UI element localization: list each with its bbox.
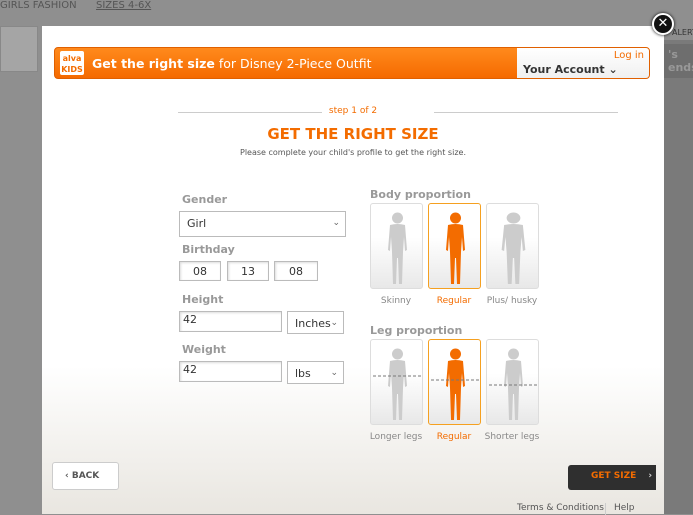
legs-option-shorter-legs[interactable]: [486, 339, 539, 425]
birthday-day-input[interactable]: 13: [227, 261, 269, 281]
weight-unit-select[interactable]: lbs ⌄: [287, 361, 344, 384]
account-panel: Log in Your Account ⌄: [517, 48, 649, 78]
close-icon: ✕: [657, 16, 669, 31]
background-promo: 's ends: [664, 44, 693, 78]
legs-option-regular[interactable]: [428, 339, 481, 425]
gender-select[interactable]: Girl ⌄: [179, 211, 346, 237]
nav-sizes[interactable]: SIZES 4-6X: [96, 0, 151, 11]
height-unit-select[interactable]: Inches ⌄: [287, 311, 344, 334]
terms-link[interactable]: Terms & Conditions: [517, 503, 604, 513]
birthday-year-input[interactable]: 08: [274, 261, 318, 281]
chevron-down-icon: ⌄: [330, 368, 338, 378]
your-account-dropdown[interactable]: Your Account ⌄: [523, 63, 618, 76]
nav-girls-fashion[interactable]: GIRLS FASHION: [0, 0, 77, 11]
chevron-down-icon: ⌄: [330, 318, 338, 328]
child-figure-icon: [501, 212, 526, 284]
leg-proportion-label: Leg proportion: [370, 324, 463, 337]
weight-input[interactable]: 42: [179, 361, 282, 382]
gender-label: Gender: [182, 193, 228, 206]
login-link[interactable]: Log in: [614, 50, 644, 61]
legs-option-label: Shorter legs: [484, 432, 540, 442]
body-proportion-label: Body proportion: [370, 188, 471, 201]
body-option-plus-husky[interactable]: [486, 203, 539, 289]
page-subtitle: Please complete your child's profile to …: [240, 148, 466, 157]
child-figure-icon: [446, 212, 465, 284]
alva-kids-logo: alva KIDS: [60, 51, 84, 75]
close-button[interactable]: ✕: [652, 13, 674, 35]
background-nav: GIRLS FASHION SIZES 4-6X: [0, 0, 693, 14]
size-modal: alva KIDS Get the right size for Disney 2…: [42, 26, 664, 515]
chevron-left-icon: ‹: [65, 471, 72, 481]
chevron-right-icon: ›: [648, 471, 653, 481]
legs-option-longer-legs[interactable]: [370, 339, 423, 425]
height-input[interactable]: 42: [179, 311, 282, 332]
child-figure-icon: [489, 348, 538, 420]
body-option-label: Plus/ husky: [486, 296, 538, 306]
background-right-panel: [664, 40, 693, 514]
height-label: Height: [182, 293, 224, 306]
weight-label: Weight: [182, 343, 226, 356]
child-figure-icon: [431, 348, 480, 420]
get-size-button[interactable]: GET SIZE ›: [568, 465, 656, 490]
background-alert: ALERT: [672, 28, 693, 37]
chevron-down-icon: ⌄: [608, 63, 618, 76]
back-button[interactable]: ‹ BACK: [52, 462, 119, 490]
header-title: Get the right size for Disney 2-Piece Ou…: [92, 56, 372, 71]
body-option-regular[interactable]: [428, 203, 481, 289]
child-figure-icon: [388, 212, 407, 284]
help-link[interactable]: Help: [614, 503, 635, 513]
step-indicator: step 1 of 2: [328, 106, 378, 116]
modal-header: alva KIDS Get the right size for Disney 2…: [54, 47, 650, 79]
child-figure-icon: [373, 348, 422, 420]
birthday-month-input[interactable]: 08: [179, 261, 221, 281]
background-product-thumbnail: [0, 26, 38, 72]
page-title: GET THE RIGHT SIZE: [267, 125, 439, 143]
birthday-label: Birthday: [182, 243, 235, 256]
body-option-skinny[interactable]: [370, 203, 423, 289]
chevron-down-icon: ⌄: [332, 218, 340, 228]
